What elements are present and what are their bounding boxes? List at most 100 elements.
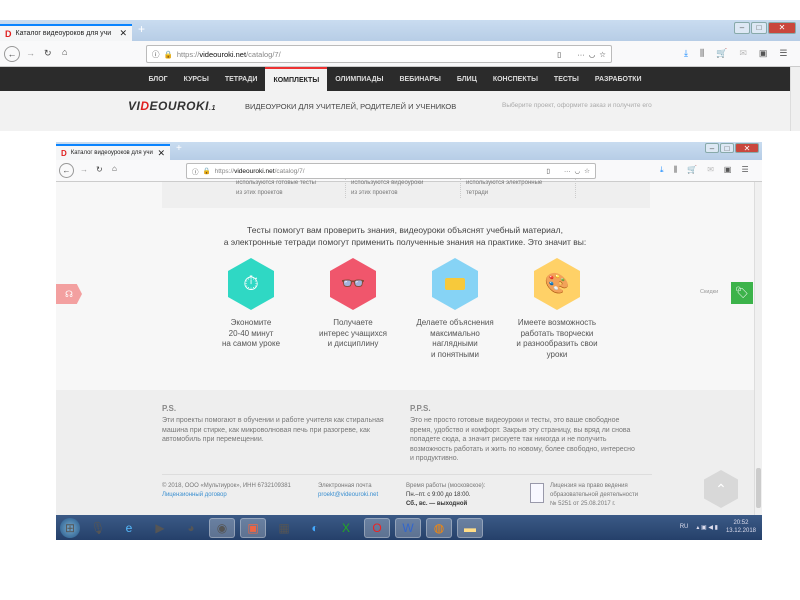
site-logo[interactable]: VIDEOUROKI.1: [128, 99, 216, 113]
card-notebooks: используются электронные тетради: [466, 179, 576, 198]
pocket-icon[interactable]: ◡: [575, 167, 581, 175]
start-button[interactable]: ⊞: [60, 517, 80, 538]
feature-explanations: Делаете объяснения максимально наглядными и…: [400, 258, 510, 360]
cart-icon[interactable]: 🛒: [716, 48, 727, 59]
download-icon[interactable]: ⤓: [660, 165, 664, 175]
reload-button[interactable]: ↻: [96, 165, 103, 174]
window-controls: – □ ✕: [705, 143, 759, 153]
outer-browser-tab[interactable]: D Каталог видеоуроков для учи ✕: [0, 24, 132, 41]
powerpoint-icon[interactable]: ▣: [240, 517, 266, 538]
new-tab-button[interactable]: +: [176, 143, 182, 154]
tray-icons[interactable]: ▴ ▣ ◀ ▮: [696, 524, 718, 531]
more-icon[interactable]: ···: [564, 168, 571, 175]
maximize-button[interactable]: □: [720, 143, 734, 153]
mail-icon[interactable]: ✉: [707, 165, 714, 175]
left-side-tab[interactable]: ☊: [56, 284, 82, 304]
internet-explorer-icon[interactable]: e: [116, 518, 142, 538]
calculator-icon[interactable]: ▦: [271, 518, 297, 538]
sidebar-icon[interactable]: ▣: [759, 48, 768, 59]
forward-button[interactable]: →: [80, 165, 88, 174]
close-tab-icon[interactable]: ✕: [157, 148, 165, 159]
home-button[interactable]: ⌂: [112, 164, 117, 173]
nav-olympiads[interactable]: ОЛИМПИАДЫ: [327, 67, 391, 91]
card-videos: используются видеоуроки из этих проектов: [351, 179, 461, 198]
firefox-icon[interactable]: ◍: [426, 517, 452, 538]
outer-title-bar: D Каталог видеоуроков для учи ✕ + – □ ✕: [0, 20, 800, 41]
nav-notebooks[interactable]: ТЕТРАДИ: [217, 67, 266, 91]
glasses-icon: 👓: [330, 258, 376, 310]
site-header: VIDEOUROKI.1 ВИДЕОУРОКИ ДЛЯ УЧИТЕЛЕЙ, РО…: [0, 91, 790, 131]
back-button[interactable]: ←: [4, 46, 20, 62]
media-player-icon[interactable]: ▶: [147, 518, 173, 538]
excel-icon[interactable]: X: [333, 518, 359, 538]
nav-courses[interactable]: КУРСЫ: [176, 67, 217, 91]
outer-scrollbar[interactable]: [790, 67, 800, 131]
close-tab-icon[interactable]: ✕: [119, 28, 127, 39]
nav-webinars[interactable]: ВЕБИНАРЫ: [391, 67, 448, 91]
license-agreement-link[interactable]: Лицензионный договор: [162, 491, 291, 500]
new-tab-button[interactable]: +: [138, 22, 145, 36]
footer-license: Лицензия на право ведения образовательной…: [550, 483, 639, 507]
discounts-label[interactable]: Скидки: [700, 289, 718, 295]
inner-page-content: используются готовые тесты из этих проект…: [56, 179, 754, 390]
maximize-button[interactable]: □: [751, 22, 767, 34]
library-icon[interactable]: ⫼: [674, 165, 678, 175]
feature-creativity: 🎨 Имеете возможность работать творчески и …: [502, 258, 612, 360]
more-icon[interactable]: ···: [577, 50, 585, 59]
site-tagline: ВИДЕОУРОКИ ДЛЯ УЧИТЕЛЕЙ, РОДИТЕЛЕЙ И УЧЕ…: [245, 102, 457, 111]
license-document-icon[interactable]: [530, 483, 544, 503]
inner-browser-tab[interactable]: D Каталог видеоуроков для учи ✕: [56, 144, 170, 160]
chrome-icon[interactable]: ◉: [209, 517, 235, 538]
menu-icon[interactable]: ☰: [779, 48, 787, 59]
close-window-button[interactable]: ✕: [768, 22, 796, 34]
reader-view-icon[interactable]: ▯: [546, 167, 550, 175]
nav-developments[interactable]: РАЗРАБОТКИ: [587, 67, 650, 91]
stopwatch-icon: ⏱: [228, 258, 274, 310]
sidebar-icon[interactable]: ▣: [724, 165, 732, 175]
bookmark-star-icon[interactable]: ☆: [584, 167, 590, 175]
reader-view-icon[interactable]: ▯: [557, 50, 561, 59]
bookmark-star-icon[interactable]: ☆: [599, 50, 606, 59]
inner-scrollbar[interactable]: [754, 182, 762, 515]
word-icon[interactable]: W: [395, 517, 421, 538]
nav-tests[interactable]: ТЕСТЫ: [546, 67, 587, 91]
cart-icon[interactable]: 🛒: [687, 165, 697, 175]
close-window-button[interactable]: ✕: [735, 143, 759, 153]
taskbar-blue-app-icon[interactable]: ◐: [302, 518, 328, 538]
minimize-button[interactable]: –: [734, 22, 750, 34]
footer-company: © 2018, ООО «Мультиурок», ИНН 6732109381…: [162, 483, 291, 500]
taskbar-app-icon[interactable]: 🎙: [85, 518, 111, 538]
language-indicator[interactable]: RU: [680, 524, 689, 530]
nav-blog[interactable]: БЛОГ: [140, 67, 175, 91]
scroll-to-top-button[interactable]: ⌃: [704, 470, 738, 508]
download-icon[interactable]: ⤓: [684, 48, 688, 59]
url-bar[interactable]: ⓘ 🔒 https://videouroki.net/catalog/7/ ▯ …: [186, 163, 596, 179]
pocket-icon[interactable]: ◡: [589, 50, 596, 59]
nav-sets[interactable]: КОМПЛЕКТЫ: [265, 67, 328, 91]
site-subtagline: Выберите проект, оформите заказ и получи…: [502, 102, 652, 109]
site-favicon: D: [61, 148, 67, 158]
discount-tag-button[interactable]: 🏷: [731, 282, 753, 304]
feature-save-time: ⏱ Экономите 20-40 минут на самом уроке: [196, 258, 306, 350]
minimize-button[interactable]: –: [705, 143, 719, 153]
site-favicon: D: [5, 28, 12, 39]
url-bar[interactable]: ⓘ 🔒 https://videouroki.net/catalog/7/ ▯ …: [146, 45, 612, 63]
opera-icon[interactable]: O: [364, 517, 390, 538]
nav-blitz[interactable]: БЛИЦ: [449, 67, 485, 91]
scrollbar-thumb[interactable]: [756, 468, 761, 508]
picasa-icon[interactable]: ◕: [178, 518, 204, 538]
email-link[interactable]: proekt@videouroki.net: [318, 491, 378, 500]
file-explorer-icon[interactable]: ▬: [457, 517, 483, 538]
clock[interactable]: 20:52 13.12.2018: [726, 519, 756, 535]
lock-icon: 🔒: [163, 49, 173, 59]
reload-button[interactable]: ↻: [44, 48, 52, 59]
nav-notes[interactable]: КОНСПЕКТЫ: [485, 67, 546, 91]
mail-icon[interactable]: ✉: [739, 48, 747, 59]
forward-button[interactable]: →: [26, 48, 35, 58]
menu-icon[interactable]: ☰: [741, 165, 748, 175]
tag-icon: 🏷: [735, 287, 749, 299]
home-button[interactable]: ⌂: [62, 47, 67, 57]
back-button[interactable]: ←: [59, 163, 74, 178]
library-icon[interactable]: ⫼: [700, 48, 704, 59]
tab-title: Каталог видеоуроков для учи: [15, 30, 112, 37]
